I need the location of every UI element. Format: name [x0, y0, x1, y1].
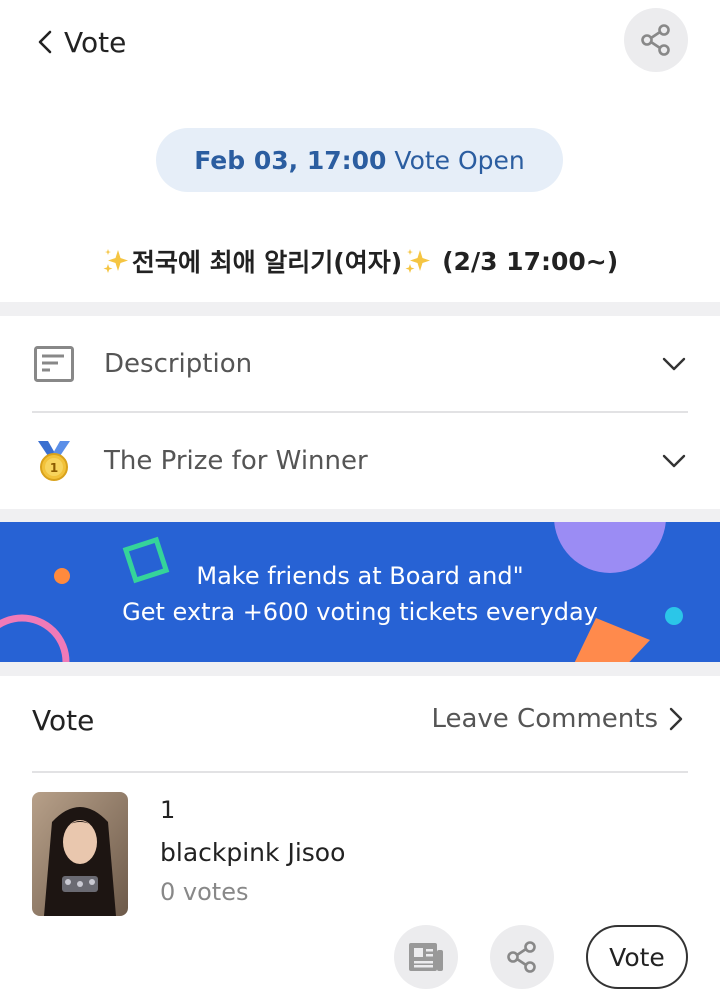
share-icon: [641, 24, 670, 56]
candidate-photo[interactable]: [32, 792, 128, 916]
share-button[interactable]: [624, 8, 688, 72]
share-icon: [507, 941, 536, 973]
chevron-left-icon: [38, 30, 52, 54]
candidate-votes: 0 votes: [160, 878, 249, 906]
banner-line-1: Make friends at Board and": [196, 562, 524, 590]
vote-open-label: Vote Open: [394, 145, 525, 175]
row-divider: [32, 771, 688, 773]
description-row[interactable]: Description: [32, 316, 688, 412]
news-icon: [409, 943, 443, 971]
back-button[interactable]: Vote: [34, 22, 126, 62]
sparkles-icon: [405, 249, 431, 273]
prize-row[interactable]: 1 The Prize for Winner: [32, 413, 688, 509]
svg-text:1: 1: [50, 461, 58, 475]
vote-title-period: (2/3 17:00~): [442, 246, 619, 276]
banner-text: Make friends at Board and" Get extra +60…: [0, 558, 720, 630]
promo-banner[interactable]: Make friends at Board and" Get extra +60…: [0, 522, 720, 662]
vote-open-date: Feb 03, 17:00: [194, 145, 387, 175]
section-separator: [0, 302, 720, 316]
candidate-share-button[interactable]: [490, 925, 554, 989]
banner-line-2: Get extra +600 voting tickets everyday: [122, 598, 598, 626]
page-title: Vote: [64, 25, 127, 59]
vote-button[interactable]: Vote: [586, 925, 688, 989]
vote-title-text: 전국에 최애 알리기(여자): [131, 248, 403, 277]
section-separator: [0, 662, 720, 676]
leave-comments-link[interactable]: Leave Comments: [431, 704, 686, 734]
prize-label: The Prize for Winner: [104, 446, 368, 476]
chevron-down-icon: [662, 357, 686, 371]
leave-comments-label: Leave Comments: [431, 704, 658, 734]
vote-title: 전국에 최애 알리기(여자) (2/3 17:00~): [0, 236, 720, 286]
candidate-name: blackpink Jisoo: [160, 838, 346, 867]
section-separator: [0, 509, 720, 522]
document-icon: [32, 342, 76, 386]
sparkles-icon: [103, 249, 128, 273]
vote-open-badge: Feb 03, 17:00 Vote Open: [156, 128, 563, 192]
description-label: Description: [104, 349, 253, 379]
candidate-rank: 1: [160, 796, 176, 824]
gold-medal-icon: 1: [32, 439, 76, 483]
chevron-down-icon: [662, 454, 686, 468]
header: Vote: [0, 0, 720, 84]
chevron-right-icon: [669, 707, 683, 731]
vote-section-title: Vote: [32, 704, 95, 737]
candidate-news-button[interactable]: [394, 925, 458, 989]
